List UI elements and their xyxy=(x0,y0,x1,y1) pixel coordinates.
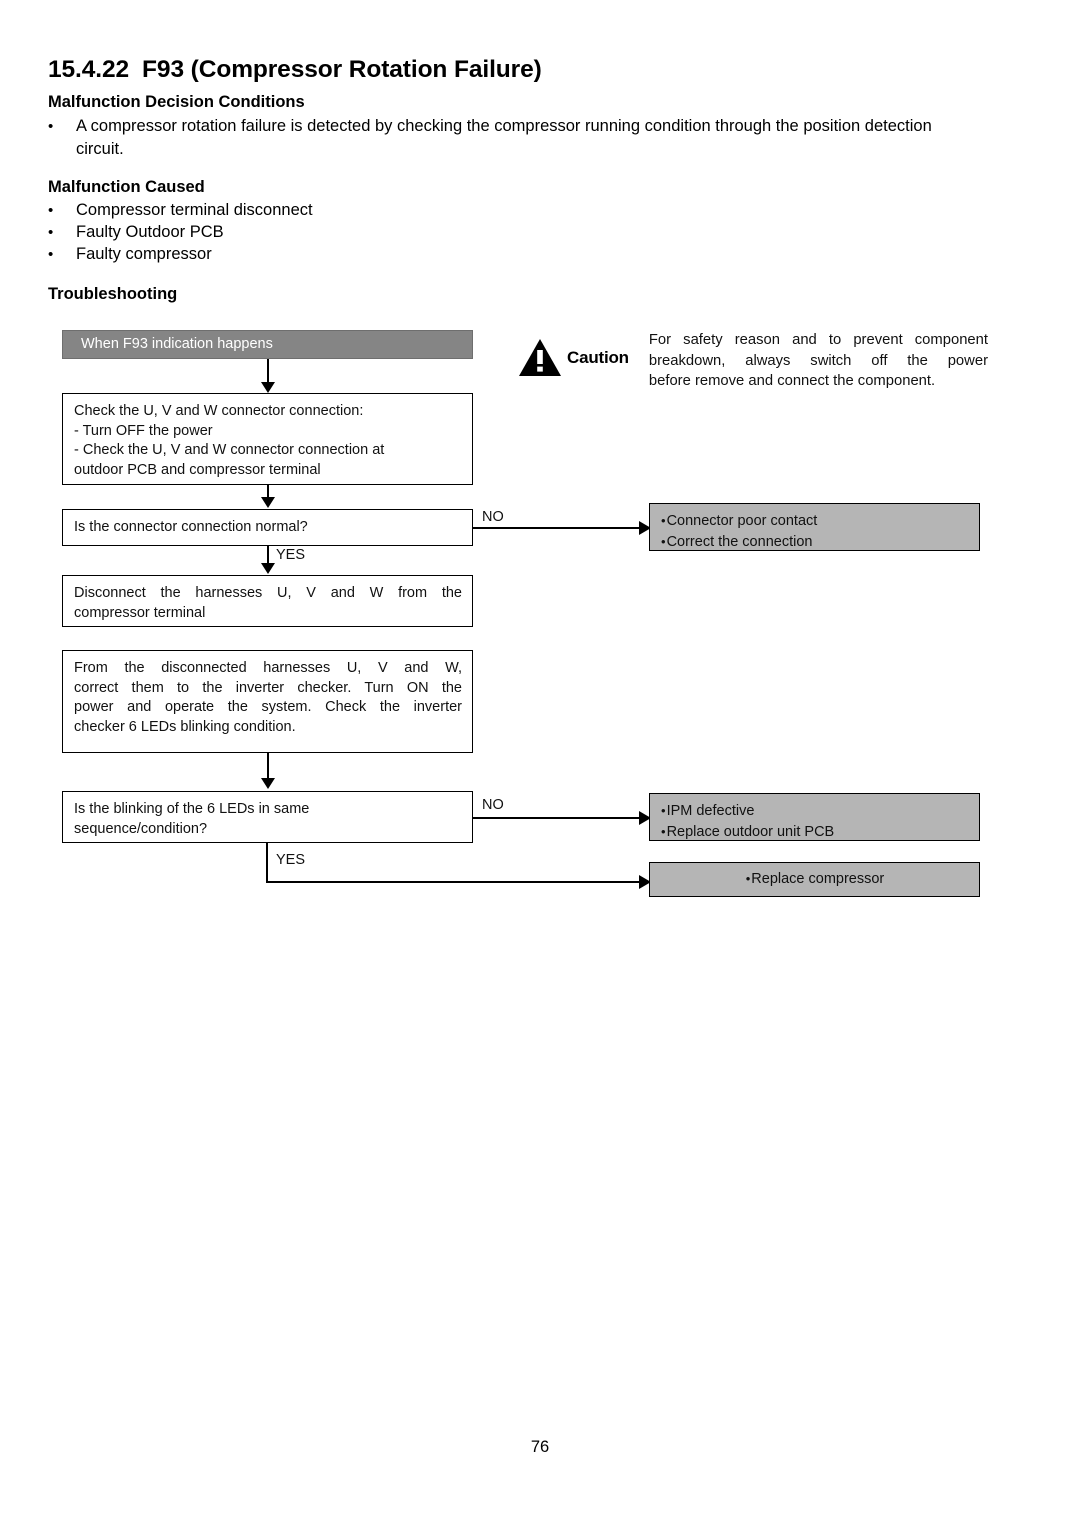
edge-label-no: NO xyxy=(482,509,504,525)
result-line-1: •IPM defective xyxy=(661,801,969,822)
result-line-1: •Connector poor contact xyxy=(661,511,969,532)
result-line-1: •Replace compressor xyxy=(746,869,885,890)
flow-node-result-replace-compressor: •Replace compressor xyxy=(649,862,980,897)
flow-node-start: When F93 indication happens xyxy=(62,330,473,359)
bullet-glyph: • xyxy=(745,871,751,887)
decision-leds-line-1: Is the blinking of the 6 LEDs in same xyxy=(74,801,310,817)
connector-arrow xyxy=(261,497,275,508)
result-line-2: •Correct the connection xyxy=(661,532,969,553)
connector-line xyxy=(266,881,645,883)
disconnect-line-2: compressor terminal xyxy=(74,604,206,621)
troubleshooting-flowchart: When F93 indication happens Check the U,… xyxy=(0,0,1080,1000)
inverter-line-4: checker 6 LEDs blinking condition. xyxy=(74,718,296,735)
result-text: IPM defective xyxy=(666,803,755,819)
inverter-line-3: power and operate the system. Check the … xyxy=(74,699,462,715)
check-connector-line-4: outdoor PCB and compressor terminal xyxy=(74,461,321,478)
flow-node-disconnect-harnesses: Disconnect the harnesses U, V and W from… xyxy=(62,575,473,627)
flow-node-decision-leds: Is the blinking of the 6 LEDs in same se… xyxy=(62,791,473,843)
flow-node-decision-connector: Is the connector connection normal? xyxy=(62,509,473,546)
result-text: Replace compressor xyxy=(751,871,885,888)
connector-line xyxy=(473,527,645,529)
flow-node-result-ipm-defective: •IPM defective •Replace outdoor unit PCB xyxy=(649,793,980,841)
connector-arrow xyxy=(261,563,275,574)
bullet-glyph: • xyxy=(661,533,666,549)
inverter-line-1: From the disconnected harnesses U, V and… xyxy=(74,660,462,676)
decision-connector-question: Is the connector connection normal? xyxy=(74,518,308,535)
result-text: Correct the connection xyxy=(666,533,813,550)
connector-line xyxy=(266,843,268,883)
result-text: Replace outdoor unit PCB xyxy=(666,823,835,840)
connector-line xyxy=(473,817,645,819)
bullet-glyph: • xyxy=(661,803,666,818)
check-connector-line-3: - Check the U, V and W connector connect… xyxy=(74,442,385,458)
flow-node-inverter-checker: From the disconnected harnesses U, V and… xyxy=(62,650,473,753)
connector-arrow xyxy=(261,382,275,393)
document-page: 15.4.22 F93 (Compressor Rotation Failure)… xyxy=(0,0,1080,1527)
check-connector-line-2: - Turn OFF the power xyxy=(74,422,213,439)
flow-node-result-connector-poor-contact: •Connector poor contact •Correct the con… xyxy=(649,503,980,551)
connector-arrow xyxy=(261,778,275,789)
check-connector-line-1: Check the U, V and W connector connectio… xyxy=(74,403,364,419)
flow-node-start-label: When F93 indication happens xyxy=(81,335,273,352)
edge-label-yes: YES xyxy=(276,547,306,563)
connector-line xyxy=(267,753,269,781)
inverter-line-2: correct them to the inverter checker. Tu… xyxy=(74,679,462,696)
decision-leds-line-2: sequence/condition? xyxy=(74,820,208,837)
bullet-glyph: • xyxy=(661,513,666,528)
bullet-glyph: • xyxy=(661,823,666,839)
page-number: 76 xyxy=(530,1438,550,1456)
result-text: Connector poor contact xyxy=(666,513,818,529)
flow-node-check-connector: Check the U, V and W connector connectio… xyxy=(62,393,473,485)
disconnect-line-1: Disconnect the harnesses U, V and W from… xyxy=(74,585,462,601)
edge-label-yes: YES xyxy=(276,852,306,868)
result-line-2: •Replace outdoor unit PCB xyxy=(661,822,969,843)
edge-label-no: NO xyxy=(482,797,504,813)
